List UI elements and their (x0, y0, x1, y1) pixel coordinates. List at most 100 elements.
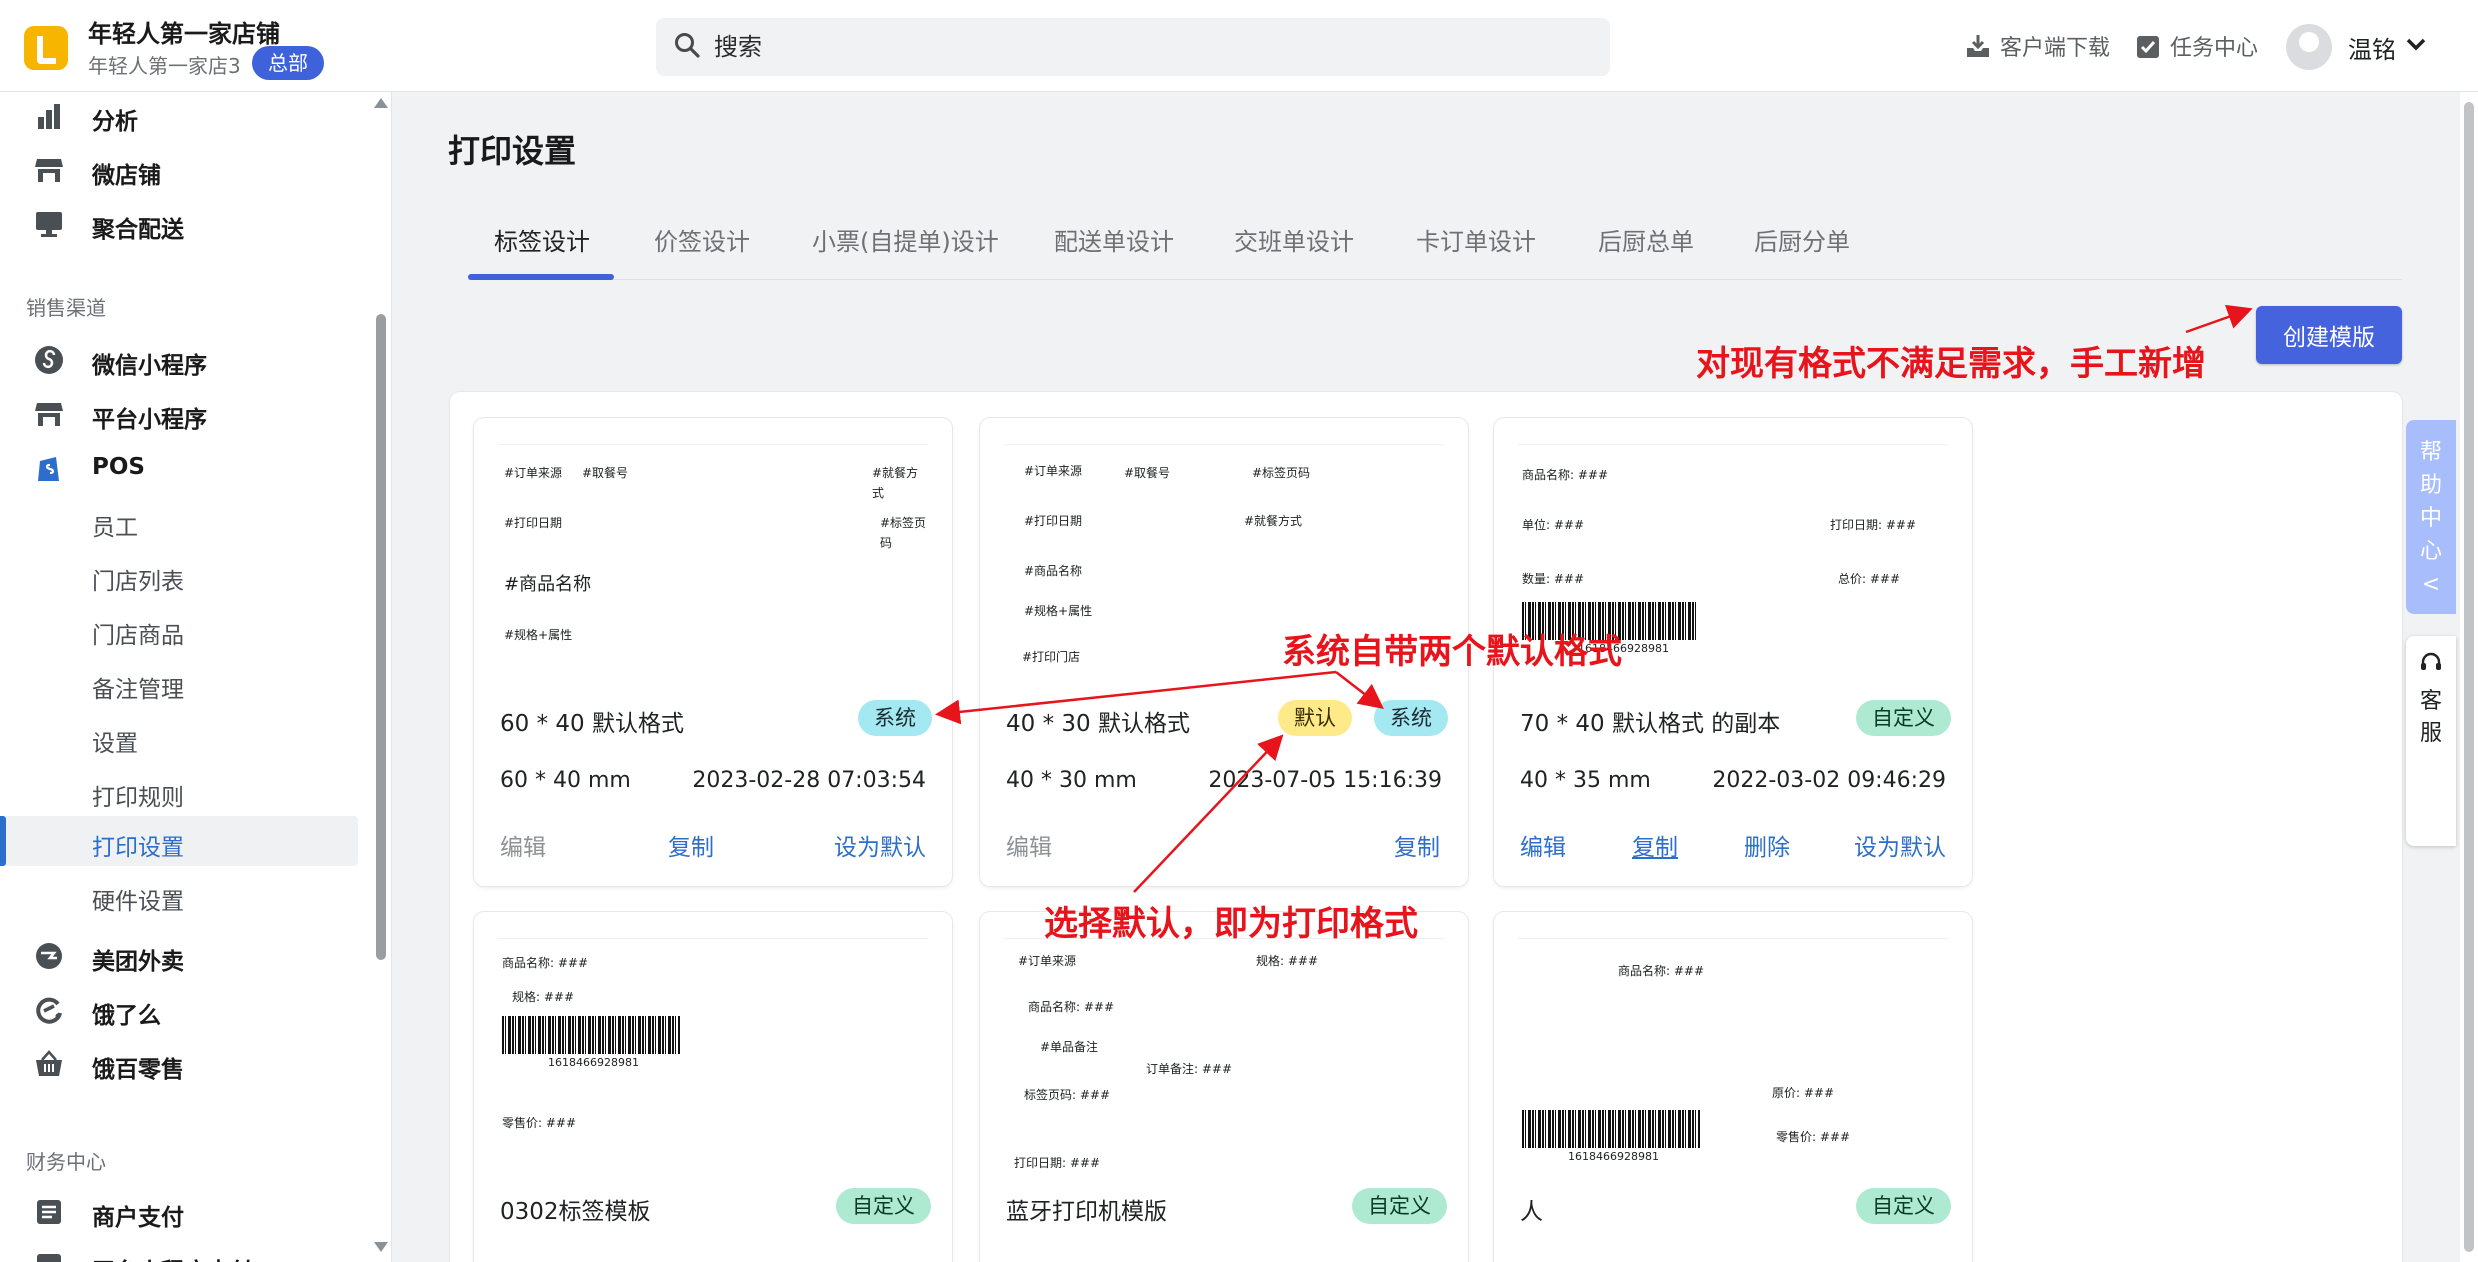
edit-button[interactable]: 编辑 (1006, 828, 1052, 862)
tab-label-design[interactable]: 标签设计 (494, 222, 590, 257)
sidebar-subitem-hardware[interactable]: 硬件设置 (0, 870, 360, 920)
tab-receipt-design[interactable]: 小票(自提单)设计 (812, 222, 999, 257)
sidebar-item-analytics[interactable]: 分析 (0, 90, 360, 140)
customer-service-tab[interactable]: 客 服 (2406, 636, 2456, 846)
annotation-two-defaults: 系统自带两个默认格式 (1282, 632, 1622, 672)
sidebar-item-platform-pay[interactable]: 平台小程序支付 (0, 1240, 360, 1262)
sidebar-item-label: 微信小程序 (92, 353, 207, 379)
monitor-icon (36, 212, 62, 237)
sidebar-item-delivery[interactable]: 聚合配送 (0, 198, 360, 248)
sidebar-subitem-label: 门店列表 (92, 569, 184, 595)
system-badge: 系统 (858, 700, 932, 736)
finance-center-title: 财务中心 (26, 1150, 106, 1174)
search-icon (675, 33, 700, 58)
template-card[interactable]: #订单来源 #取餐号 #就餐方 式 #打印日期 #标签页 码 #商品名称 #规格… (474, 418, 952, 886)
preview-text: 订单备注: ### (1146, 1062, 1233, 1076)
preview-text: #就餐方式 (1244, 514, 1303, 528)
sidebar-item-meituan[interactable]: 美团外卖 (0, 930, 360, 980)
template-card[interactable]: 商品名称: ### 规格: ### 1618466928981 零售价: ###… (474, 912, 952, 1262)
search-bar[interactable] (656, 18, 1610, 76)
annotation-choose-default: 选择默认，即为打印格式 (1044, 904, 1418, 944)
sidebar-item-micro-store[interactable]: 微店铺 (0, 144, 360, 194)
edit-button[interactable]: 编辑 (1520, 828, 1566, 862)
sidebar-item-label: 饿了么 (92, 1003, 161, 1029)
download-client-button[interactable]: 客户端下载 (1964, 30, 2110, 62)
bar-chart-icon (38, 104, 60, 129)
create-template-button[interactable]: 创建模版 (2256, 306, 2402, 364)
tab-price-tag-design[interactable]: 价签设计 (654, 222, 750, 257)
sidebar-item-label: 商户支付 (92, 1205, 184, 1231)
preview-divider (498, 938, 928, 939)
template-name: 人 (1520, 1199, 1543, 1225)
label-preview: #订单来源 规格: ### 商品名称: ### #单品备注 订单备注: ### … (1004, 938, 1444, 1196)
preview-text: #取餐号 (582, 466, 629, 480)
chevron-down-icon[interactable] (2404, 30, 2428, 58)
sidebar-item-platform-mini[interactable]: 平台小程序 (0, 388, 360, 438)
task-center-button[interactable]: 任务中心 (2134, 30, 2258, 62)
sidebar-subitem-print-settings[interactable]: 打印设置 (0, 816, 358, 866)
help-text: 中 (2419, 506, 2442, 531)
sidebar-subitem-label: 设置 (92, 731, 138, 757)
active-tab-indicator (468, 274, 614, 280)
sidebar-item-ebai[interactable]: 饿百零售 (0, 1038, 360, 1088)
tab-kitchen-split[interactable]: 后厨分单 (1754, 222, 1850, 257)
tab-card-order-design[interactable]: 卡订单设计 (1416, 222, 1536, 257)
scroll-down-arrow-icon[interactable] (374, 1242, 388, 1252)
sidebar-item-label: 平台小程序支付 (92, 1252, 253, 1262)
help-text: 心 (2419, 539, 2442, 564)
sidebar-item-label: 分析 (92, 109, 138, 135)
sidebar-subitem-print-rules[interactable]: 打印规则 (0, 766, 360, 816)
barcode-image (502, 1016, 680, 1054)
search-input[interactable] (714, 18, 1594, 76)
headset-icon (2421, 652, 2441, 670)
sidebar-subitem-settings[interactable]: 设置 (0, 712, 360, 762)
sidebar-item-label: 微店铺 (92, 163, 161, 189)
copy-button[interactable]: 复制 (1632, 828, 1678, 862)
avatar[interactable] (2286, 24, 2332, 70)
page-scrollbar[interactable] (2460, 92, 2478, 1262)
delete-button[interactable]: 删除 (1744, 828, 1790, 862)
payment-icon (37, 1254, 61, 1262)
set-default-button[interactable]: 设为默认 (1854, 828, 1946, 862)
sidebar-scroll-thumb[interactable] (376, 314, 386, 960)
sidebar-scrollbar[interactable] (374, 92, 388, 1262)
preview-text: 单位: ### (1522, 518, 1585, 532)
help-center-tab[interactable]: 帮 助 中 心 < (2406, 420, 2456, 614)
meituan-icon (36, 943, 62, 969)
system-badge: 系统 (1374, 700, 1448, 736)
template-card[interactable]: 商品名称: ### 原价: ### 零售价: ### 1618466928981… (1494, 912, 1972, 1262)
preview-text: 商品名称: ### (1522, 468, 1609, 482)
user-name[interactable]: 温铭 (2348, 30, 2396, 65)
sidebar-subitem-staff[interactable]: 员工 (0, 496, 360, 546)
sidebar: 分析 微店铺 聚合配送 销售渠道 微信小程序 平台小程序 POS 员工 门店列表… (0, 92, 392, 1262)
sidebar-subitem-notes[interactable]: 备注管理 (0, 658, 360, 708)
label-preview: 商品名称: ### 原价: ### 零售价: ### 1618466928981 (1518, 938, 1948, 1196)
template-panel: #订单来源 #取餐号 #就餐方 式 #打印日期 #标签页 码 #商品名称 #规格… (450, 392, 2402, 1262)
copy-button[interactable]: 复制 (668, 828, 714, 862)
sidebar-item-merchant-pay[interactable]: 商户支付 (0, 1186, 360, 1236)
preview-text: 数量: ### (1522, 572, 1585, 586)
tab-shift-report-design[interactable]: 交班单设计 (1234, 222, 1354, 257)
copy-button[interactable]: 复制 (1394, 828, 1440, 862)
page-title: 打印设置 (448, 132, 577, 170)
sidebar-item-eleme[interactable]: 饿了么 (0, 984, 360, 1034)
tab-kitchen-summary[interactable]: 后厨总单 (1598, 222, 1694, 257)
sidebar-subitem-store-products[interactable]: 门店商品 (0, 604, 360, 654)
page-scroll-thumb[interactable] (2464, 102, 2474, 1252)
template-size: 40 * 35 mm (1520, 768, 1651, 793)
tab-delivery-note-design[interactable]: 配送单设计 (1054, 222, 1174, 257)
preview-text: #单品备注 (1040, 1040, 1099, 1054)
store-logo-icon[interactable] (24, 26, 68, 70)
sidebar-item-wechat-mini[interactable]: 微信小程序 (0, 334, 360, 384)
custom-badge: 自定义 (1856, 1188, 1951, 1224)
sidebar-item-pos[interactable]: POS (0, 442, 360, 492)
preview-text: #订单来源 (1018, 954, 1077, 968)
set-default-button[interactable]: 设为默认 (834, 828, 926, 862)
sidebar-subitem-store-list[interactable]: 门店列表 (0, 550, 360, 600)
edit-button[interactable]: 编辑 (500, 828, 546, 862)
preview-text: #订单来源 (504, 466, 563, 480)
scroll-up-arrow-icon[interactable] (374, 98, 388, 108)
template-name: 60 * 40 默认格式 (500, 711, 684, 737)
store-name[interactable]: 年轻人第一家店铺 (88, 14, 280, 49)
template-card[interactable]: #订单来源 规格: ### 商品名称: ### #单品备注 订单备注: ### … (980, 912, 1468, 1262)
